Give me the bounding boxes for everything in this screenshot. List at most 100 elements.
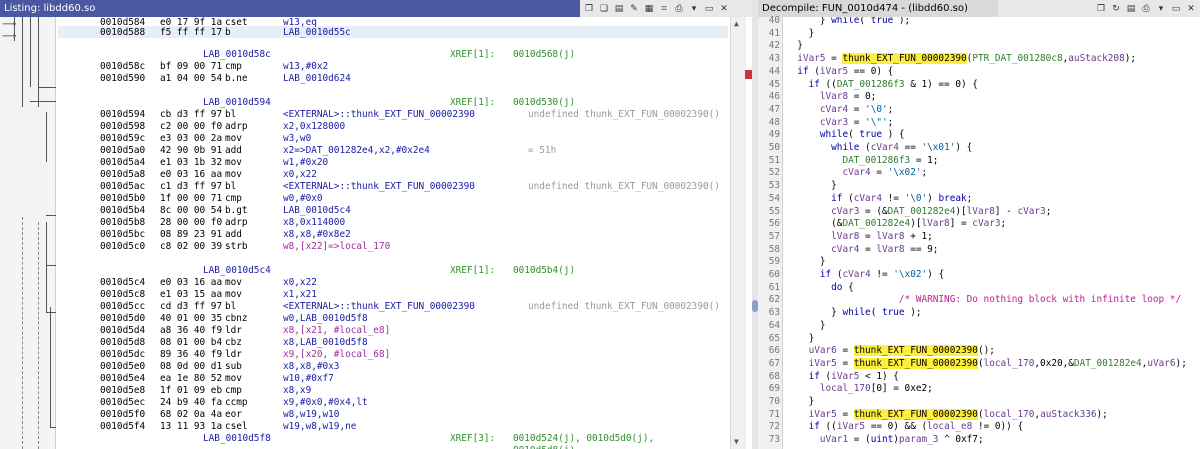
- instruction-bytes: c8 02 00 39: [160, 241, 223, 252]
- decompile-line[interactable]: if (iVar5 == 0) {: [786, 66, 893, 79]
- listing-row[interactable]: 0010d5e0 08 0d 00 d1 sub x8,x8,#0x3: [58, 361, 728, 373]
- print-icon[interactable]: ⎙: [673, 3, 685, 15]
- listing-row[interactable]: 0010d5f0 68 02 0a 4a eor w8,w19,w10: [58, 409, 728, 421]
- decompile-line[interactable]: }: [786, 320, 826, 333]
- listing-row[interactable]: 0010d5f4 13 11 93 1a csel w19,w8,w19,ne: [58, 421, 728, 433]
- decompile-line[interactable]: cVar4 = lVar8 == 9;: [786, 244, 938, 257]
- decompile-line[interactable]: } while( true );: [786, 307, 921, 320]
- xref-value: 0010d524(j), 0010d5d0(j),: [513, 433, 655, 444]
- listing-row[interactable]: 0010d5b4 8c 00 00 54 b.gt LAB_0010d5c4: [58, 205, 728, 217]
- decompile-line[interactable]: cVar3 = (&DAT_001282e4)[lVar8] - cVar3;: [786, 206, 1051, 219]
- listing-row[interactable]: 0010d5cc cd d3 ff 97 bl <EXTERNAL>::thunk_E…: [58, 301, 728, 313]
- decompile-line[interactable]: lVar8 = 0;: [786, 91, 876, 104]
- decompile-line[interactable]: iVar5 = thunk_EXT_FUN_00002390(local_170…: [786, 408, 1108, 422]
- listing-row[interactable]: 0010d5b0 1f 00 00 71 cmp w0,#0x0: [58, 193, 728, 205]
- listing-label-row[interactable]: LAB_0010d58c XREF[1]: 0010d568(j): [58, 49, 728, 61]
- edit-fields-icon[interactable]: ▦: [643, 3, 655, 15]
- listing-row[interactable]: 0010d588 f5 ff ff 17 b LAB_0010d55c: [58, 27, 728, 39]
- listing-row[interactable]: 0010d58c bf 09 00 71 cmp w13,#0x2: [58, 61, 728, 73]
- copy-icon[interactable]: ❐: [1095, 3, 1107, 15]
- listing-label-row[interactable]: LAB_0010d5f8 XREF[3]: 0010d524(j), 0010d5d…: [58, 433, 728, 445]
- scroll-up-icon[interactable]: ▲: [734, 19, 739, 28]
- listing-row[interactable]: 0010d5c4 e0 03 16 aa mov x0,x22: [58, 277, 728, 289]
- snapshot-icon[interactable]: ▤: [613, 3, 625, 15]
- snapshot-icon[interactable]: ▤: [1125, 3, 1137, 15]
- listing-row[interactable]: 0010d5a8 e0 03 16 aa mov x0,x22: [58, 169, 728, 181]
- xref-value: 0010d5b4(j): [513, 265, 576, 276]
- instruction-bytes: 13 11 93 1a: [160, 421, 223, 432]
- decompile-line[interactable]: lVar8 = lVar8 + 1;: [786, 231, 933, 244]
- listing-row[interactable]: 0010d594 cb d3 ff 97 bl <EXTERNAL>::thunk_E…: [58, 109, 728, 121]
- decompile-line[interactable]: }: [786, 256, 826, 269]
- decompile-line[interactable]: uVar6 = thunk_EXT_FUN_00002390();: [786, 345, 995, 358]
- listing-row[interactable]: 0010d5ac c1 d3 ff 97 bl <EXTERNAL>::thunk_E…: [58, 181, 728, 193]
- decompile-line[interactable]: uVar1 = (uint)param_3 ^ 0xf7;: [786, 434, 984, 447]
- listing-row[interactable]: 0010d5d0 40 01 00 35 cbnz w0,LAB_0010d5f8: [58, 313, 728, 325]
- listing-row[interactable]: 0010d5d8(j): [58, 445, 728, 449]
- decompile-line[interactable]: iVar5 = thunk_EXT_FUN_00002390(local_170…: [786, 357, 1187, 371]
- listing-pane: Listing: libdd60.so ❐ ❏ ▤ ✎ ▦ ⌗ ⎙ ▾ ▭ ✕ …: [0, 0, 757, 449]
- decompile-line[interactable]: local_170[0] = 0xe2;: [786, 383, 933, 396]
- listing-row[interactable]: 0010d5bc 08 89 23 91 add x8,x8,#0x8e2: [58, 229, 728, 241]
- listing-code[interactable]: 0010d584 e0 17 9f 1a cset w13,eq 0010d588 f5 …: [58, 17, 728, 449]
- decompile-line[interactable]: iVar5 = thunk_EXT_FUN_00002390(PTR_DAT_0…: [786, 53, 1136, 66]
- decompile-line[interactable]: cVar4 = '\0';: [786, 104, 893, 117]
- decompile-line[interactable]: if (cVar4 != '\x02') {: [786, 269, 944, 282]
- decompile-line[interactable]: cVar4 = '\x02';: [786, 167, 927, 180]
- address: 0010d5c8: [100, 289, 146, 300]
- listing-row[interactable]: 0010d5d8 08 01 00 b4 cbz x8,LAB_0010d5f8: [58, 337, 728, 349]
- decompile-line[interactable]: do {: [786, 282, 854, 295]
- listing-label-row[interactable]: LAB_0010d5c4 XREF[1]: 0010d5b4(j): [58, 265, 728, 277]
- decompile-line[interactable]: }: [786, 40, 803, 53]
- scroll-down-icon[interactable]: ▼: [734, 437, 739, 446]
- maximize-icon[interactable]: ▭: [703, 3, 715, 15]
- toggle-icon[interactable]: ⌗: [658, 3, 670, 15]
- menu-icon[interactable]: ▾: [1155, 3, 1167, 15]
- maximize-icon[interactable]: ▭: [1170, 3, 1182, 15]
- decompile-line[interactable]: DAT_001286f3 = 1;: [786, 155, 938, 168]
- listing-row[interactable]: 0010d5e4 ea 1e 80 52 mov w10,#0xf7: [58, 373, 728, 385]
- decompile-line[interactable]: } while( true );: [786, 17, 910, 28]
- decompile-line[interactable]: }: [786, 333, 815, 346]
- paste-icon[interactable]: ❏: [598, 3, 610, 15]
- close-icon[interactable]: ✕: [718, 3, 730, 15]
- decompile-line[interactable]: }: [786, 28, 815, 41]
- listing-row[interactable]: 0010d5dc 89 36 40 f9 ldr x9,[x20, #local_68…: [58, 349, 728, 361]
- listing-row[interactable]: 0010d5c8 e1 03 15 aa mov x1,x21: [58, 289, 728, 301]
- menu-icon[interactable]: ▾: [688, 3, 700, 15]
- decompile-line[interactable]: if (cVar4 != '\0') break;: [786, 193, 972, 206]
- decompile-line[interactable]: (&DAT_001282e4)[lVar8] = cVar3;: [786, 218, 1006, 231]
- listing-row[interactable]: 0010d5ec 24 b9 40 fa ccmp x9,#0x0,#0x4,lt: [58, 397, 728, 409]
- listing-label-row[interactable]: LAB_0010d594 XREF[1]: 0010d530(j): [58, 97, 728, 109]
- decompile-line[interactable]: /* WARNING: Do nothing block with infini…: [786, 294, 1181, 307]
- listing-row[interactable]: 0010d598 c2 00 00 f0 adrp x2,0x128000: [58, 121, 728, 133]
- close-icon[interactable]: ✕: [1185, 3, 1197, 15]
- decompile-line[interactable]: if ((iVar5 == 0) && (local_e8 != 0)) {: [786, 421, 1024, 434]
- instruction-bytes: 28 00 00 f0: [160, 217, 223, 228]
- instruction-bytes: 89 36 40 f9: [160, 349, 223, 360]
- decompile-line[interactable]: }: [786, 180, 837, 193]
- listing-row[interactable]: 0010d59c e3 03 00 2a mov w3,w0: [58, 133, 728, 145]
- highlight-icon[interactable]: ✎: [628, 3, 640, 15]
- refresh-icon[interactable]: ↻: [1110, 3, 1122, 15]
- decompile-line[interactable]: cVar3 = '\"';: [786, 117, 893, 130]
- line-number: 52: [768, 167, 780, 179]
- listing-row[interactable]: 0010d590 a1 04 00 54 b.ne LAB_0010d624: [58, 73, 728, 85]
- mnemonic: mov: [225, 289, 242, 300]
- decompile-line[interactable]: while (cVar4 == '\x01') {: [786, 142, 972, 155]
- copy-icon[interactable]: ❐: [583, 3, 595, 15]
- listing-row[interactable]: 0010d5a4 e1 03 1b 32 mov w1,#0x20: [58, 157, 728, 169]
- listing-row[interactable]: 0010d5a0 42 90 0b 91 add x2=>DAT_001282e4,x…: [58, 145, 728, 157]
- operands: w13,#0x2: [283, 61, 329, 72]
- listing-row[interactable]: 0010d5e8 1f 01 09 eb cmp x8,x9: [58, 385, 728, 397]
- decompile-line[interactable]: if ((DAT_001286f3 & 1) == 0) {: [786, 79, 978, 92]
- listing-scrollbar[interactable]: ▲ ▼: [730, 17, 746, 449]
- print-icon[interactable]: ⎙: [1140, 3, 1152, 15]
- decompile-line[interactable]: }: [786, 396, 815, 409]
- listing-row[interactable]: 0010d5b8 28 00 00 f0 adrp x8,0x114000: [58, 217, 728, 229]
- listing-row[interactable]: 0010d5c0 c8 02 00 39 strb w8,[x22]=>local_1…: [58, 241, 728, 253]
- decompile-line[interactable]: if (iVar5 < 1) {: [786, 371, 899, 384]
- listing-row[interactable]: 0010d5d4 a8 36 40 f9 ldr x8,[x21, #local_e8…: [58, 325, 728, 337]
- decompile-line[interactable]: while( true ) {: [786, 129, 905, 142]
- decompile-code[interactable]: } while( true ); } } iVar5 = thunk_EXT_F…: [786, 17, 1200, 449]
